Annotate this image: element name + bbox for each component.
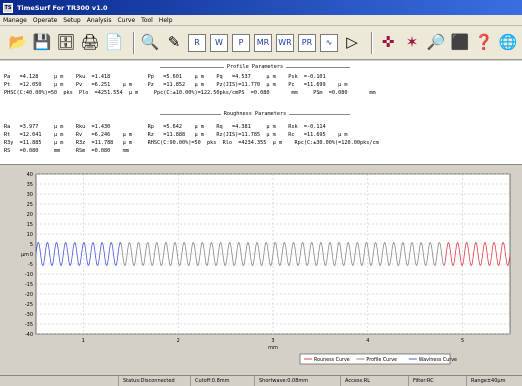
zoom-icon[interactable]: 🔎 xyxy=(426,33,446,53)
curve-plot-area: 40 35 30 25 20 15 10 5 0 -5 -10 -15 -20 -25 -30 -35 -40 1… xyxy=(0,166,522,375)
search-icon[interactable]: 🔍 xyxy=(140,33,160,53)
toolbar: 📂 💾 🗄 🖨 📄 🔍 ✎ R W P MR WR PR ∿ ▷ ✜ ✶ 🔎 ⬛… xyxy=(0,26,522,60)
y-tick-label: 35 xyxy=(27,182,33,188)
y-tick-label: -30 xyxy=(25,312,33,318)
y-tick-label: 25 xyxy=(27,202,33,208)
y-tick-label: 20 xyxy=(27,212,33,218)
curve-p-icon[interactable]: P xyxy=(232,33,250,52)
profile-row: Pa =4.128 μ m Pku =1.418 Pp =5.601 μ m P… xyxy=(4,74,326,80)
toolbar-separator xyxy=(133,31,135,54)
y-tick-label: -10 xyxy=(25,272,33,278)
y-tick-label: -25 xyxy=(25,302,33,308)
arrow-icon[interactable]: ▷ xyxy=(342,33,362,53)
x-tick-label: 4 xyxy=(366,338,369,344)
x-tick-label: 5 xyxy=(461,338,464,344)
tools-icon[interactable]: ✎ xyxy=(164,33,184,53)
y-tick-label: -20 xyxy=(25,292,33,298)
y-tick-label: 0 xyxy=(30,252,33,258)
print-icon[interactable]: 🖨 xyxy=(80,33,100,53)
profile-header: Profile Parameters xyxy=(160,64,350,74)
star-icon[interactable]: ✶ xyxy=(402,33,422,53)
open-folder-icon[interactable]: 📂 xyxy=(8,33,28,53)
menu-analysis[interactable]: Analysis xyxy=(87,17,112,24)
curve-wr-icon[interactable]: WR xyxy=(276,33,294,52)
menu-setup[interactable]: Setup xyxy=(63,17,80,24)
y-tick-label: -5 xyxy=(28,262,33,268)
status-state: Status:Disconnected xyxy=(118,376,190,386)
y-tick-label: 5 xyxy=(30,242,33,248)
y-tick-label: -35 xyxy=(25,322,33,328)
legend-label: Rouness Curve xyxy=(314,357,350,363)
profile-row: Pt =12.050 μ m Pv =6.251 μ m Pz =11.852 … xyxy=(4,82,348,88)
x-tick-label: 1 xyxy=(82,338,85,344)
menu-operate[interactable]: Operate xyxy=(33,17,57,24)
legend-label: Waviness Curve xyxy=(419,357,457,363)
curve-chart[interactable]: 4035302520151050-5-10-15-20-25-30-35-401… xyxy=(0,166,522,375)
y-tick-label: 10 xyxy=(27,232,33,238)
y-axis-label: μm xyxy=(21,252,29,258)
legend-label: Profile Curve xyxy=(366,357,397,363)
save-icon[interactable]: 💾 xyxy=(32,33,52,53)
y-tick-label: 40 xyxy=(27,172,33,178)
curve-pr-icon[interactable]: PR xyxy=(298,33,316,52)
status-access: Access:RL xyxy=(340,376,408,386)
status-cutoff: Cutoff:0.8mm xyxy=(190,376,254,386)
x-tick-label: 3 xyxy=(271,338,274,344)
x-tick-label: 2 xyxy=(177,338,180,344)
status-filter: Filter:RC xyxy=(408,376,466,386)
roughness-row: Rt =12.041 μ m Rv =6.246 μ m Rz =11.888 … xyxy=(4,132,348,138)
curve-wave-icon[interactable]: ∿ xyxy=(320,33,338,52)
menu-tool[interactable]: Tool xyxy=(141,17,153,24)
menu-curve[interactable]: Curve xyxy=(117,17,135,24)
roughness-row: RS =0.080 mm RSm =0.080 mm xyxy=(4,148,129,154)
chart-legend: Rouness Curve Profile Curve Waviness Curve xyxy=(299,353,457,365)
y-tick-label: -15 xyxy=(25,282,33,288)
globe-icon[interactable]: 🌐 xyxy=(498,33,518,53)
profile-row: PHSC(C:40.00%)=50 pks Plo =4251.554 μ m … xyxy=(4,90,376,96)
curve-w-icon[interactable]: W xyxy=(210,33,228,52)
print-preview-icon[interactable]: 📄 xyxy=(104,33,124,53)
y-tick-label: 30 xyxy=(27,192,33,198)
status-shortwave: Shortwave:0.08mm xyxy=(254,376,340,386)
y-tick-label: 15 xyxy=(27,222,33,228)
roughness-row: Ra =3.977 μ m Rku =1.430 Rp =5.642 μ m R… xyxy=(4,124,326,130)
crosshair-icon[interactable]: ✜ xyxy=(378,33,398,53)
y-tick-label: -40 xyxy=(25,332,33,338)
database-icon[interactable]: 🗄 xyxy=(56,33,76,53)
menu-help[interactable]: Help xyxy=(159,17,173,24)
status-bar: Status:Disconnected Cutoff:0.8mm Shortwa… xyxy=(0,375,522,386)
roughness-row: R3y =11.885 μ m R3z =11.788 μ m RHSC(C:9… xyxy=(4,140,379,146)
status-spacer xyxy=(0,376,118,386)
menu-manage[interactable]: Manage xyxy=(3,17,27,24)
x-axis-label: mm xyxy=(268,345,278,351)
roughness-header: Roughness Parameters xyxy=(160,111,350,121)
parameters-panel: Profile Parameters Pa =4.128 μ m Pku =1.… xyxy=(0,61,522,165)
monitor-icon[interactable]: ⬛ xyxy=(450,33,470,53)
app-icon: TS xyxy=(3,2,13,13)
title-bar: TS TimeSurf For TR300 v1.0 xyxy=(0,0,522,15)
menu-bar: Manage Operate Setup Analysis Curve Tool… xyxy=(0,15,522,26)
window-title: TimeSurf For TR300 v1.0 xyxy=(17,3,108,12)
curve-mr-icon[interactable]: MR xyxy=(254,33,272,52)
status-range: Range±40μm xyxy=(466,376,522,386)
curve-r-icon[interactable]: R xyxy=(188,33,206,52)
help-icon[interactable]: ❓ xyxy=(474,33,494,53)
toolbar-separator xyxy=(371,31,373,54)
